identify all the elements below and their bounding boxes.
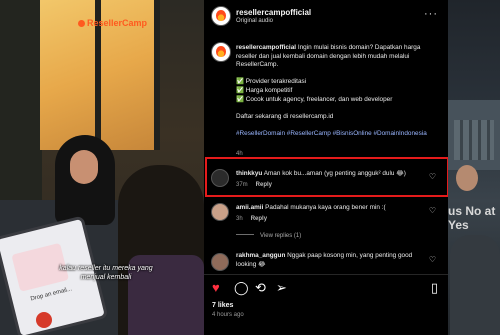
- comment-like-heart-icon[interactable]: ♡: [429, 206, 436, 215]
- reel-video[interactable]: ResellerCamp Drop an email... kalau rese…: [0, 0, 204, 335]
- view-replies-button[interactable]: View replies (1): [236, 233, 301, 239]
- reply-button[interactable]: Reply: [251, 216, 267, 222]
- peek-overlay-text: us No at Yes: [448, 204, 496, 232]
- caption-bullet: ✅ Cocok untuk agency, freelancer, dan we…: [236, 95, 393, 103]
- video-caption: kalau reseller itu mereka yang menjual k…: [59, 265, 153, 281]
- caption-bullet: ✅ Provider terakreditasi: [236, 78, 307, 86]
- video-person-face: [70, 150, 98, 184]
- caption-text: resellercampofficial Ingin mulai bisnis …: [236, 44, 436, 147]
- post-age: 4 hours ago: [212, 312, 244, 318]
- video-badge-icon: [36, 312, 52, 328]
- like-heart-icon[interactable]: ♥: [212, 280, 220, 295]
- caption-bullet: ✅ Harga kompetitif: [236, 86, 293, 94]
- caption-username[interactable]: resellercampofficial: [236, 44, 296, 51]
- save-bookmark-icon[interactable]: ▯: [431, 280, 438, 296]
- peek-person-face: [456, 165, 478, 191]
- comment-meta: 3h Reply: [236, 216, 267, 222]
- actions-divider: [204, 274, 448, 275]
- comment-text: rakhma_anggun Nggak paap kosong min, yan…: [236, 252, 426, 269]
- avatar[interactable]: [211, 203, 229, 221]
- comment-like-heart-icon[interactable]: ♡: [429, 255, 436, 264]
- highlight-box: [205, 157, 449, 197]
- caption-cta: Daftar sekarang di resellercamp.id: [236, 112, 334, 120]
- comment-username[interactable]: rakhma_anggun: [236, 252, 285, 259]
- comment-bubble-icon[interactable]: ◯: [234, 280, 249, 296]
- next-reel-preview[interactable]: us No at Yes: [448, 0, 500, 335]
- avatar[interactable]: [211, 253, 229, 271]
- avatar[interactable]: [211, 6, 231, 26]
- video-wall: [0, 0, 42, 230]
- likes-count[interactable]: 7 likes: [212, 302, 233, 309]
- tablet-text: Drop an email...: [30, 286, 73, 303]
- avatar[interactable]: [211, 42, 231, 62]
- repost-icon[interactable]: ⟲: [255, 280, 266, 296]
- post-header: resellercampofficial Original audio ···: [204, 0, 448, 32]
- brand-flame-icon: [215, 46, 227, 58]
- comment-username[interactable]: amii.amii: [236, 204, 263, 211]
- comment-body: Padahal mukanya kaya orang bener min :(: [265, 204, 386, 211]
- comment-text: amii.amii Padahal mukanya kaya orang ben…: [236, 204, 426, 213]
- audio-label[interactable]: Original audio: [236, 18, 273, 24]
- brand-flame-icon: [215, 10, 227, 22]
- post-actions: ♥ ◯ ⟲ ➢ ▯: [204, 280, 448, 300]
- share-send-icon[interactable]: ➢: [276, 280, 287, 296]
- caption-hashtags[interactable]: #ResellerDomain #ResellerCamp #BisnisOnl…: [236, 130, 427, 137]
- video-brand-logo: ResellerCamp: [78, 18, 147, 28]
- peek-person-body: [450, 235, 500, 335]
- view-replies-label: View replies (1): [260, 233, 302, 239]
- comment-time: 3h: [236, 216, 243, 222]
- replies-line: [236, 234, 254, 235]
- more-options-icon[interactable]: ···: [424, 8, 438, 20]
- author-username[interactable]: resellercampofficial: [236, 8, 311, 17]
- peek-windows: [454, 120, 494, 160]
